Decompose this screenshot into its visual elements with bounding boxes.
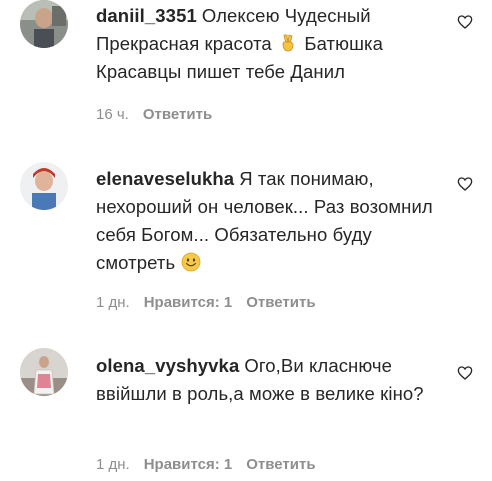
reply-button[interactable]: Ответить (246, 456, 315, 473)
smiling-face-icon (182, 252, 201, 272)
heart-icon[interactable] (457, 365, 473, 381)
avatar[interactable] (20, 0, 68, 48)
reply-button[interactable]: Ответить (246, 294, 315, 311)
comment-username[interactable]: olena_vyshyvka (96, 355, 239, 376)
comment-time[interactable]: 16 ч. (96, 106, 129, 123)
heart-icon[interactable] (457, 14, 473, 30)
comment-time[interactable]: 1 дн. (96, 294, 130, 311)
comment-username[interactable]: elenaveselukha (96, 168, 234, 189)
comment-text: olena_vyshyvka Ого,Ви класнюче ввійшли в … (96, 352, 441, 408)
comment-meta: 1 дн. Нравится: 1 Ответить (96, 294, 330, 312)
victory-hand-icon (282, 34, 294, 52)
comment-time[interactable]: 1 дн. (96, 456, 130, 473)
avatar[interactable] (20, 162, 68, 210)
heart-icon[interactable] (457, 176, 473, 192)
comment-meta: 1 дн. Нравится: 1 Ответить (96, 456, 330, 474)
likes-count[interactable]: Нравится: 1 (144, 294, 233, 311)
comment-meta: 16 ч. Ответить (96, 106, 226, 124)
reply-button[interactable]: Ответить (143, 106, 212, 123)
comment-text: elenaveselukha Я так понимаю, нехороший о… (96, 165, 441, 277)
likes-count[interactable]: Нравится: 1 (144, 456, 233, 473)
comment-username[interactable]: daniil_3351 (96, 5, 197, 26)
avatar[interactable] (20, 348, 68, 396)
comment-text: daniil_3351 Олексею Чудесный Прекрасная к… (96, 2, 441, 86)
